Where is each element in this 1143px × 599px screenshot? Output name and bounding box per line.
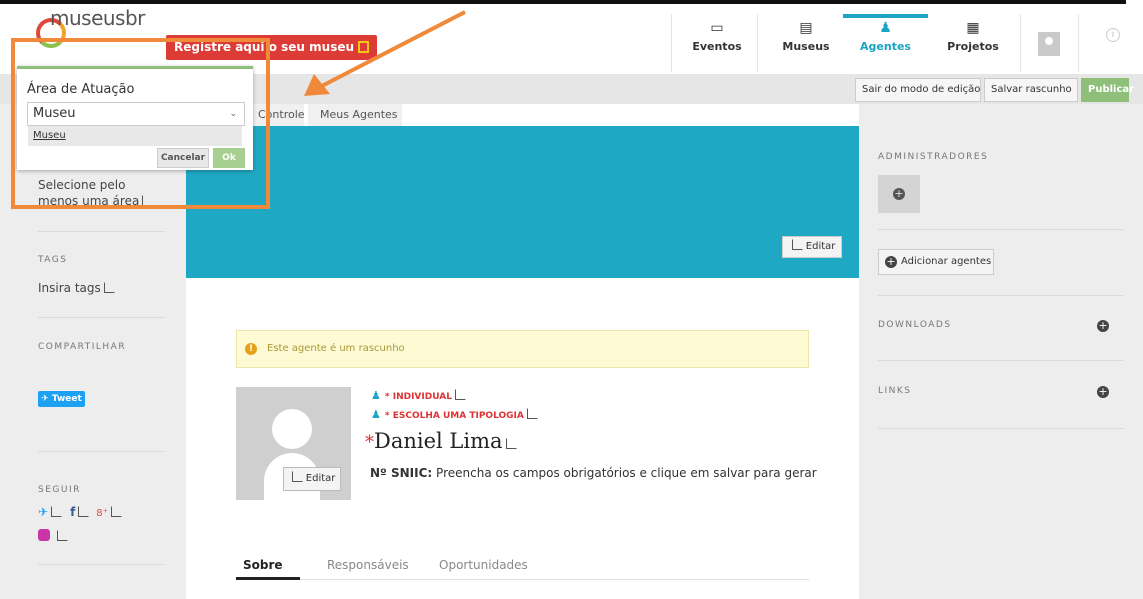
tags-input[interactable]: Insira tags xyxy=(38,281,115,295)
pencil-icon[interactable] xyxy=(57,530,68,541)
tab-oportunidades[interactable]: Oportunidades xyxy=(439,558,528,572)
cover-edit-label: Editar xyxy=(805,241,836,252)
nav-agentes-label: Agentes xyxy=(860,40,911,53)
divider xyxy=(38,564,165,565)
breadcrumb-meus-agentes[interactable]: Meus Agentes xyxy=(308,104,402,126)
twitter-bird-icon: ✈ xyxy=(41,394,52,404)
pencil-icon[interactable] xyxy=(110,506,122,517)
draft-alert-text: Este agente é um rascunho xyxy=(267,343,405,354)
save-draft-button[interactable]: Salvar rascunho xyxy=(984,78,1078,102)
downloads-heading: DOWNLOADS xyxy=(878,320,952,330)
warning-icon: ! xyxy=(245,343,257,355)
divider xyxy=(878,428,1124,429)
agent-typology-label: ESCOLHA UMA TIPOLOGIA xyxy=(392,411,524,421)
tab-responsaveis[interactable]: Responsáveis xyxy=(327,558,409,572)
nav-divider xyxy=(1020,14,1021,72)
divider xyxy=(878,295,1124,296)
agent-name-text: Daniel Lima xyxy=(374,429,503,453)
photo-edit-button[interactable]: Editar xyxy=(283,467,341,491)
twitter-icon[interactable]: ✈ xyxy=(38,505,48,519)
nav-projetos[interactable]: ▦ Projetos xyxy=(928,18,1018,74)
info-icon[interactable]: i xyxy=(1106,28,1120,42)
add-admin-button[interactable] xyxy=(878,175,920,213)
admins-heading: ADMINISTRADORES xyxy=(878,152,989,162)
photo-edit-label: Editar xyxy=(305,473,336,484)
nav-museus[interactable]: ▤ Museus xyxy=(771,18,841,74)
agent-name[interactable]: *Daniel Lima xyxy=(365,429,517,453)
exit-edit-mode-button[interactable]: Sair do modo de edição xyxy=(855,78,981,102)
profile-tabs: Sobre Responsáveis Oportunidades xyxy=(236,556,809,580)
pencil-icon xyxy=(505,438,517,449)
agent-type-label: INDIVIDUAL xyxy=(392,392,452,402)
person-icon: ♟ xyxy=(879,20,892,36)
google-plus-icon[interactable]: 8⁺ xyxy=(93,508,108,519)
social-links: ✈ f 8⁺ xyxy=(38,505,122,519)
person-icon: ♟ xyxy=(371,389,381,402)
pencil-icon xyxy=(791,239,803,250)
cover-edit-button[interactable]: Editar xyxy=(782,236,842,258)
add-agents-button[interactable]: Adicionar agentes xyxy=(878,249,994,275)
agent-typology[interactable]: ♟ * ESCOLHA UMA TIPOLOGIA xyxy=(371,408,538,421)
tags-heading: TAGS xyxy=(38,255,68,265)
divider xyxy=(38,231,165,232)
tweet-label: Tweet xyxy=(51,394,82,404)
links-heading: LINKS xyxy=(878,386,912,396)
nav-museus-label: Museus xyxy=(782,40,830,53)
pencil-icon[interactable] xyxy=(78,506,90,517)
annotation-highlight-box xyxy=(11,38,270,209)
pencil-icon xyxy=(291,471,303,482)
sniic-value: Preencha os campos obrigatórios e clique… xyxy=(436,466,817,480)
nav-agentes[interactable]: ♟ Agentes xyxy=(843,14,928,74)
required-asterisk: * xyxy=(365,432,374,453)
nav-projetos-label: Projetos xyxy=(947,40,999,53)
user-avatar[interactable] xyxy=(1038,32,1060,56)
add-link-icon[interactable]: + xyxy=(1097,386,1109,398)
facebook-icon[interactable]: f xyxy=(66,505,75,519)
clipboard-icon: ▦ xyxy=(966,20,980,36)
divider xyxy=(38,451,165,452)
pencil-icon[interactable] xyxy=(51,506,63,517)
draft-alert: ! Este agente é um rascunho xyxy=(236,330,809,368)
building-icon: ▤ xyxy=(799,20,813,36)
pencil-icon xyxy=(526,408,538,419)
instagram-icon[interactable] xyxy=(38,529,50,541)
divider xyxy=(38,317,165,318)
divider xyxy=(878,229,1124,230)
page: museusbr Registre aqui o seu museu ▭ Eve… xyxy=(0,0,1143,599)
avatar-head-icon xyxy=(272,409,312,449)
pencil-icon xyxy=(103,282,115,293)
follow-heading: SEGUIR xyxy=(38,485,81,495)
tweet-button[interactable]: ✈ Tweet xyxy=(38,391,85,407)
annotation-arrow-icon xyxy=(304,10,466,96)
cover-image xyxy=(186,126,859,278)
publish-button[interactable]: Publicar xyxy=(1081,78,1134,102)
divider xyxy=(878,360,1124,361)
person-icon: ♟ xyxy=(371,408,381,421)
tags-placeholder: Insira tags xyxy=(38,281,101,295)
nav-divider xyxy=(671,14,672,72)
add-download-icon[interactable]: + xyxy=(1097,320,1109,332)
tab-sobre[interactable]: Sobre xyxy=(236,558,300,580)
logo-text: museusbr xyxy=(50,6,145,30)
sniic-line: Nº SNIIC: Preencha os campos obrigatório… xyxy=(370,466,817,480)
share-heading: COMPARTILHAR xyxy=(38,342,127,352)
nav-divider xyxy=(757,14,758,72)
nav-eventos-label: Eventos xyxy=(692,40,742,53)
nav-eventos[interactable]: ▭ Eventos xyxy=(682,18,752,74)
nav-divider xyxy=(1078,14,1079,72)
pencil-icon xyxy=(454,389,466,400)
agent-type[interactable]: ♟ * INDIVIDUAL xyxy=(371,389,466,402)
sniic-label: Nº SNIIC: xyxy=(370,466,433,480)
calendar-icon: ▭ xyxy=(710,20,724,36)
